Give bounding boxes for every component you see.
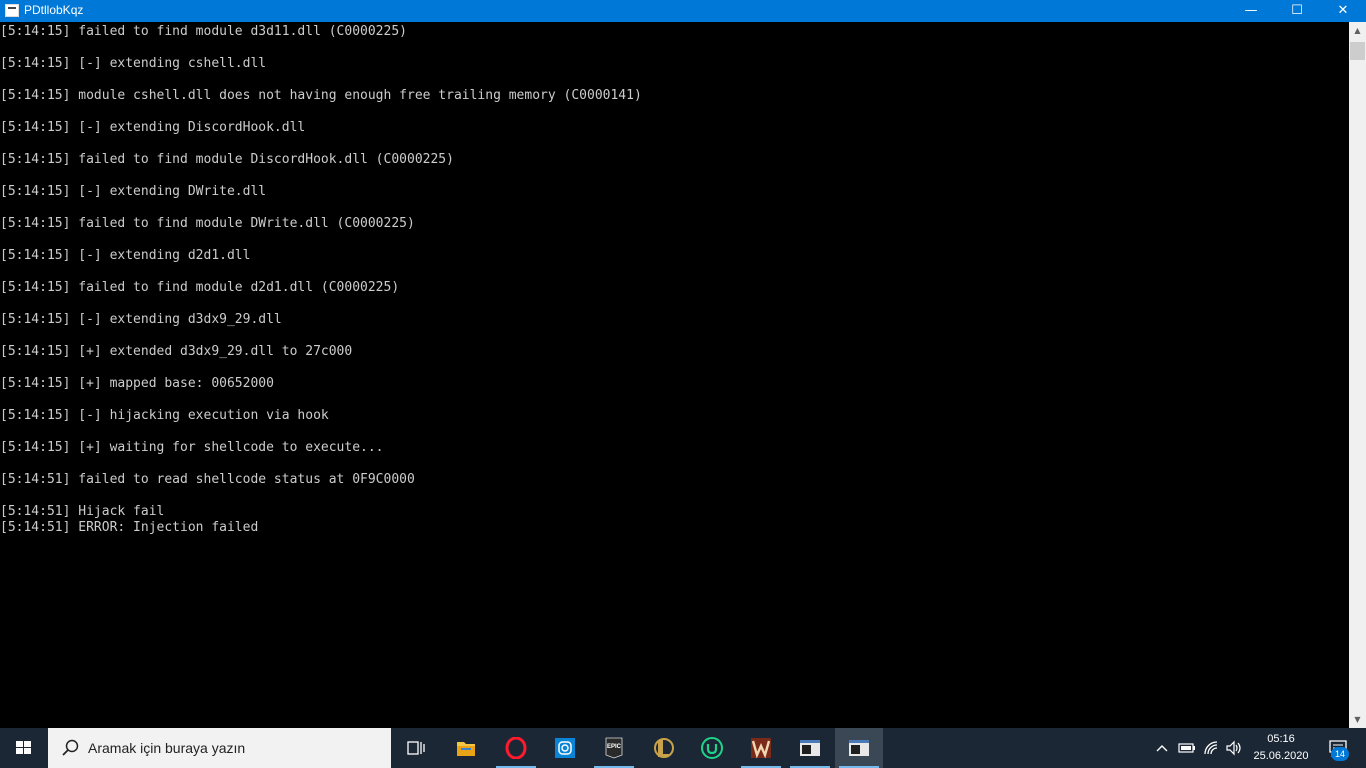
console-line: [5:14:15] [-] extending d2d1.dll [0,248,251,263]
taskbar-console-window[interactable] [786,728,834,768]
console-line: [5:14:15] failed to find module d3d11.dl… [0,24,407,39]
epic-games-label: EPIC [607,744,622,750]
wifi-icon[interactable] [1203,740,1221,756]
close-button[interactable]: ✕ [1320,0,1366,22]
scroll-up-arrow-icon[interactable]: ▲ [1349,22,1366,39]
console-line: [5:14:51] failed to read shellcode statu… [0,472,415,487]
maximize-button[interactable]: ☐ [1274,0,1320,22]
console-window-icon [800,740,820,756]
taskbar-console-window-active[interactable] [835,728,883,768]
battery-icon[interactable] [1178,740,1196,756]
notification-count-badge: 14 [1331,747,1349,761]
console-line: [5:14:15] [+] waiting for shellcode to e… [0,440,384,455]
console-line: [5:14:15] [-] hijacking execution via ho… [0,408,329,423]
task-view-button[interactable] [392,728,440,768]
search-placeholder: Aramak için buraya yazın [88,740,246,756]
task-view-icon [407,741,425,755]
console-line: [5:14:15] [+] extended d3dx9_29.dll to 2… [0,344,353,359]
game-launcher-icon [751,738,771,759]
epic-games-icon: EPIC [605,737,623,759]
taskbar: Aramak için buraya yazın EPIC 05:16 25.0… [0,728,1366,768]
taskbar-search-box[interactable]: Aramak için buraya yazın [48,728,391,768]
file-explorer-icon [457,742,475,756]
console-line: [5:14:15] [-] extending DiscordHook.dll [0,120,306,135]
show-hidden-icons-chevron-icon[interactable] [1154,740,1170,756]
console-line: [5:14:15] failed to find module DWrite.d… [0,216,415,231]
console-line: [5:14:15] [-] extending d3dx9_29.dll [0,312,282,327]
console-line: [5:14:15] failed to find module DiscordH… [0,152,454,167]
scroll-thumb[interactable] [1350,42,1365,60]
utorrent-icon [701,737,723,759]
console-line: [5:14:51] Hijack fail [0,504,165,519]
console-line: [5:14:15] failed to find module d2d1.dll… [0,280,400,295]
taskbar-instagram[interactable] [541,728,589,768]
console-line: [5:14:51] ERROR: Injection failed [0,520,259,535]
opera-icon [505,737,527,759]
league-of-legends-icon [654,738,674,758]
vertical-scrollbar[interactable]: ▲ ▼ [1349,22,1366,728]
title-bar[interactable]: PDtllobKqz — ☐ ✕ [0,0,1366,22]
system-clock[interactable]: 05:16 25.06.2020 [1240,728,1322,768]
console-output[interactable]: [5:14:15] failed to find module d3d11.dl… [0,22,1349,728]
taskbar-utorrent[interactable] [688,728,736,768]
console-line: [5:14:15] [-] extending cshell.dll [0,56,267,71]
clock-date: 25.06.2020 [1253,750,1309,762]
clock-time: 05:16 [1267,733,1295,745]
search-icon [62,739,79,756]
taskbar-league-of-legends[interactable] [639,728,687,768]
taskbar-epic-games[interactable]: EPIC [590,728,638,768]
console-line: [5:14:15] module cshell.dll does not hav… [0,88,642,103]
start-button[interactable] [0,728,48,768]
taskbar-game-launcher[interactable] [737,728,785,768]
console-window-active-icon [849,740,869,756]
console-line: [5:14:15] [+] mapped base: 00652000 [0,376,274,391]
instagram-icon [555,738,575,758]
windows-logo-icon [16,741,32,755]
minimize-button[interactable]: — [1228,0,1274,22]
taskbar-file-explorer[interactable] [442,728,490,768]
window-title: PDtllobKqz [24,3,84,17]
console-app-icon [5,4,19,17]
scroll-down-arrow-icon[interactable]: ▼ [1349,711,1366,728]
console-line: [5:14:15] [-] extending DWrite.dll [0,184,267,199]
taskbar-opera[interactable] [492,728,540,768]
